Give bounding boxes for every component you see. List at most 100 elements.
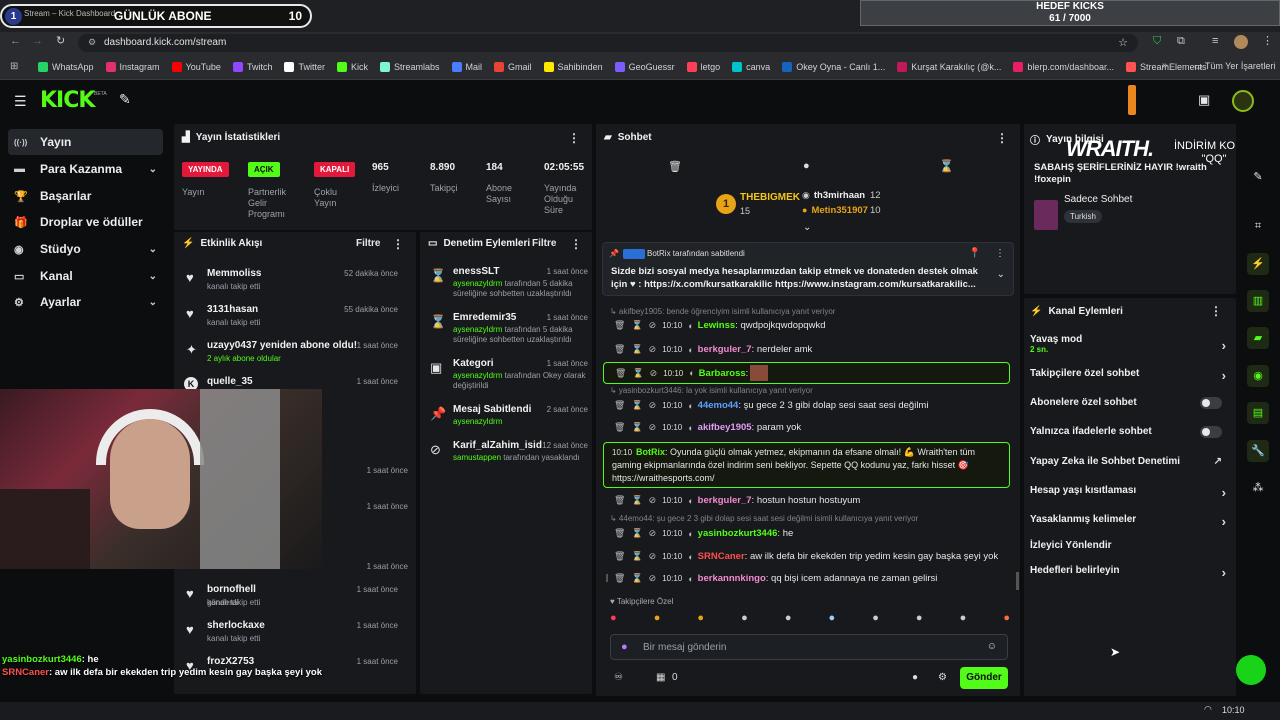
mod-actor[interactable]: aysenazyldrm — [453, 417, 502, 426]
pinned-menu-icon[interactable]: ⋮ — [995, 248, 1005, 259]
ai-mod-row[interactable]: Yapay Zeka ile Sohbet Denetimi ↗ — [1030, 456, 1230, 467]
chat-username[interactable]: SRNCaner — [698, 551, 745, 562]
sidebar-item-ba-ar-lar[interactable]: 🏆 Başarılar — [8, 183, 163, 209]
bookmark-item[interactable]: canva — [732, 61, 770, 72]
mod-menu-icon[interactable]: ⋮ — [570, 237, 582, 251]
activity-menu-icon[interactable]: ⋮ — [392, 237, 404, 251]
chat-username[interactable]: yasinbozkurt3446 — [698, 528, 778, 539]
expand-gifters-icon[interactable]: ⌄ — [803, 222, 811, 233]
send-button[interactable]: Gönder — [960, 667, 1008, 689]
chat-username[interactable]: akifbey1905 — [698, 422, 752, 433]
extensions-icon[interactable]: ⧉ — [1177, 36, 1185, 47]
pinned-collapse-icon[interactable]: ⌄ — [997, 269, 1005, 280]
timeout-icon[interactable]: ⌛ — [631, 400, 642, 411]
chat-scrollbar[interactable] — [606, 574, 608, 582]
activity-item[interactable]: ♥ sherlockaxe kanalı takip etti 1 saat önce — [174, 618, 406, 654]
category-name[interactable]: Sadece Sohbet — [1064, 194, 1132, 205]
all-bookmarks[interactable]: ▭ Tüm Yer İşaretleri — [1194, 61, 1275, 72]
delete-message-icon[interactable]: 🗑 — [614, 551, 625, 562]
activity-item[interactable]: ♥ Memmoliss kanalı takip etti 52 dakika önc… — [174, 266, 406, 302]
ban-icon[interactable]: ⊘ — [649, 495, 657, 506]
chat-settings-icon[interactable]: ● — [803, 160, 810, 172]
sidebar-item-kanal[interactable]: ▭ Kanal ⌄ — [8, 263, 163, 289]
bookmark-item[interactable]: Twitch — [232, 61, 272, 72]
timeout-icon[interactable]: ⌛ — [631, 320, 642, 331]
lightning-tool-icon[interactable]: ⚡ — [1247, 253, 1269, 275]
emote-icon[interactable]: ● — [829, 612, 836, 628]
activity-username[interactable]: uzayy0437 yeniden abone oldu! — [207, 340, 357, 351]
delete-message-icon[interactable]: 🗑 — [615, 368, 626, 379]
mod-actor[interactable]: aysenazyldrm — [453, 279, 502, 288]
delete-message-icon[interactable]: 🗑 — [614, 422, 625, 433]
activity-username[interactable]: quelle_35 — [207, 376, 253, 387]
activity-filter-button[interactable]: Filtre — [356, 238, 380, 249]
activity-username[interactable]: Memmoliss — [207, 268, 261, 279]
chat-username[interactable]: Lewinss — [698, 320, 736, 331]
browser-tab-title[interactable]: Stream – Kick Dashboard — [24, 9, 115, 18]
bookmark-item[interactable]: Twitter — [284, 61, 325, 72]
mod-action-target[interactable]: Emredemir35 — [453, 312, 516, 323]
broadcast-icon[interactable]: ◉ — [1247, 365, 1269, 387]
bookmark-item[interactable]: Mail — [451, 61, 482, 72]
timeout-icon[interactable]: ⌛ — [631, 495, 642, 506]
bookmark-item[interactable]: Kick — [336, 61, 368, 72]
timeout-icon[interactable]: ⌛ — [631, 573, 642, 584]
set-goals-row[interactable]: Hedefleri belirleyin › — [1030, 565, 1230, 580]
activity-item[interactable]: ✦ uzayy0437 yeniden abone oldu! 2 aylık ab… — [174, 338, 406, 374]
followers-only-row[interactable]: Takipçilere özel sohbet › — [1030, 368, 1230, 383]
emote-icon[interactable]: ● — [785, 612, 792, 628]
gifter-item[interactable]: ● Metin351907 10 — [802, 205, 912, 219]
sidebar-item-para-kazanma[interactable]: ▬ Para Kazanma ⌄ — [8, 156, 163, 182]
bookmark-item[interactable]: Kurşat Karakılıç (@k... — [897, 61, 1001, 72]
apps-grid-icon[interactable]: ⊞ — [10, 61, 18, 72]
bookmark-item[interactable]: Instagram — [105, 61, 160, 72]
crop-icon[interactable]: ⌗ — [1247, 215, 1269, 237]
media-icon[interactable]: ≡ — [1212, 36, 1218, 47]
mod-action-target[interactable]: enessSLT — [453, 266, 500, 277]
trash-icon[interactable]: 🗑 — [668, 160, 682, 173]
ban-icon[interactable]: ⊘ — [650, 368, 658, 379]
ban-icon[interactable]: ⊘ — [649, 422, 657, 433]
emotes-only-toggle[interactable] — [1200, 426, 1222, 438]
forward-icon[interactable]: → — [32, 36, 43, 47]
more-bookmarks-icon[interactable]: » — [1162, 60, 1168, 71]
chat-username[interactable]: berkannnkingo — [698, 573, 766, 584]
mod-action-target[interactable]: Mesaj Sabitlendi — [453, 404, 531, 415]
floating-action-button[interactable] — [1236, 655, 1266, 685]
stats-menu-icon[interactable]: ⋮ — [568, 131, 580, 145]
hourglass-icon[interactable]: ⌛ — [939, 159, 954, 173]
delete-message-icon[interactable]: 🗑 — [614, 400, 625, 411]
unpin-icon[interactable]: 📍 — [969, 248, 981, 259]
browser-menu-icon[interactable]: ⋮ — [1262, 36, 1273, 47]
sidebar-item-droplar-ve-d-ller[interactable]: 🎁 Droplar ve ödüller — [8, 209, 163, 235]
wrench-icon[interactable]: 🔧 — [1247, 440, 1269, 462]
timeout-icon[interactable]: ⌛ — [631, 422, 642, 433]
subs-only-toggle[interactable] — [1200, 397, 1222, 409]
bookmark-item[interactable]: Sahibinden — [543, 61, 603, 72]
hamburger-menu-icon[interactable]: ☰ — [14, 93, 27, 110]
back-icon[interactable]: ← — [10, 36, 21, 47]
bookmark-star-icon[interactable]: ☆ — [1118, 36, 1128, 49]
account-age-row[interactable]: Hesap yaşı kısıtlaması › — [1030, 485, 1230, 500]
slow-mode-row[interactable]: Yavaş mod 2 sn. › — [1030, 334, 1230, 354]
ban-icon[interactable]: ⊘ — [649, 573, 657, 584]
bookmark-item[interactable]: Okey Oyna - Canlı 1... — [782, 61, 885, 72]
chat-username[interactable]: berkguler_7 — [698, 344, 752, 355]
delete-message-icon[interactable]: 🗑 — [614, 344, 625, 355]
chat-bubble-small-icon[interactable]: ● — [912, 672, 918, 683]
mod-filter-button[interactable]: Filtre — [532, 238, 556, 249]
timeout-icon[interactable]: ⌛ — [631, 551, 642, 562]
emote-icon[interactable]: ● — [916, 612, 923, 628]
delete-message-icon[interactable]: 🗑 — [614, 528, 625, 539]
user-avatar[interactable] — [1232, 90, 1254, 112]
sidebar-item-yay-n[interactable]: ((·)) Yayın — [8, 129, 163, 155]
chat-username[interactable]: Barbaross — [699, 368, 746, 379]
bookmark-item[interactable]: letgo — [686, 61, 720, 72]
mod-actor[interactable]: aysenazyldrm — [453, 371, 502, 380]
timeout-icon[interactable]: ⌛ — [631, 344, 642, 355]
bookmark-item[interactable]: WhatsApp — [38, 61, 94, 72]
activity-username[interactable]: bornofhell — [207, 584, 256, 595]
emoji-picker-icon[interactable]: ☺ — [987, 641, 997, 652]
chat-username[interactable]: BotRix — [636, 447, 665, 457]
tools-icon[interactable]: ✎ — [119, 91, 131, 108]
